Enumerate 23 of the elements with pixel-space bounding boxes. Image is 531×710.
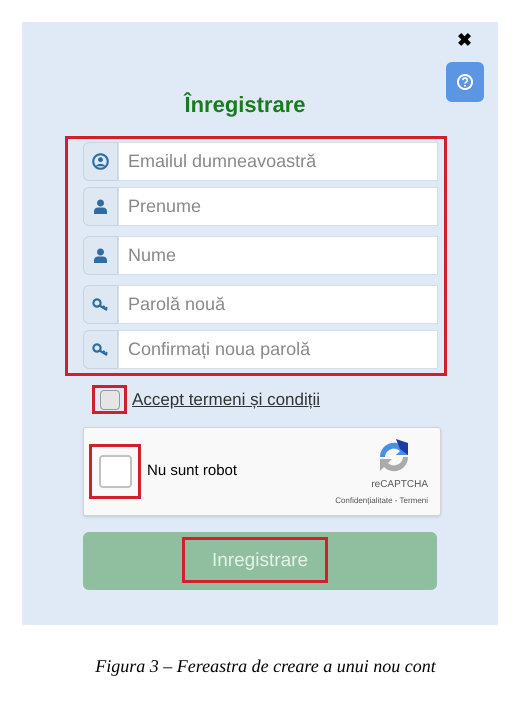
input-field[interactable]: Emailul dumneavoastră: [118, 142, 438, 181]
input-field[interactable]: Parolă nouă: [118, 285, 438, 324]
captcha-checkbox[interactable]: [98, 455, 132, 488]
help-icon: [457, 74, 473, 90]
key-icon: [92, 298, 109, 312]
input-field[interactable]: Prenume: [118, 187, 438, 226]
checkbox[interactable]: [100, 390, 120, 410]
close-button[interactable]: ✖: [457, 30, 472, 50]
figure-caption: Figura 3 – Fereastra de creare a unui nou cont: [94, 655, 437, 678]
dialog-title: Înregistrare: [184, 91, 306, 119]
terms-link[interactable]: Accept termeni și condiții: [132, 386, 320, 412]
key-icon: [92, 342, 109, 356]
highlight-box: [89, 444, 141, 499]
highlight-box: [92, 385, 127, 414]
input-field[interactable]: Confirmați noua parolă: [118, 330, 438, 369]
user-icon: [94, 199, 107, 214]
user-icon: [94, 248, 107, 263]
input-field[interactable]: Nume: [118, 236, 438, 275]
privacy-terms-text: Confidențialitate - Termeni: [335, 494, 428, 506]
captcha-label: Nu sunt robot: [147, 461, 238, 482]
help-button[interactable]: [446, 62, 484, 102]
recaptcha-brand: reCAPTCHA: [371, 478, 428, 492]
user-circle-icon: [92, 153, 109, 170]
